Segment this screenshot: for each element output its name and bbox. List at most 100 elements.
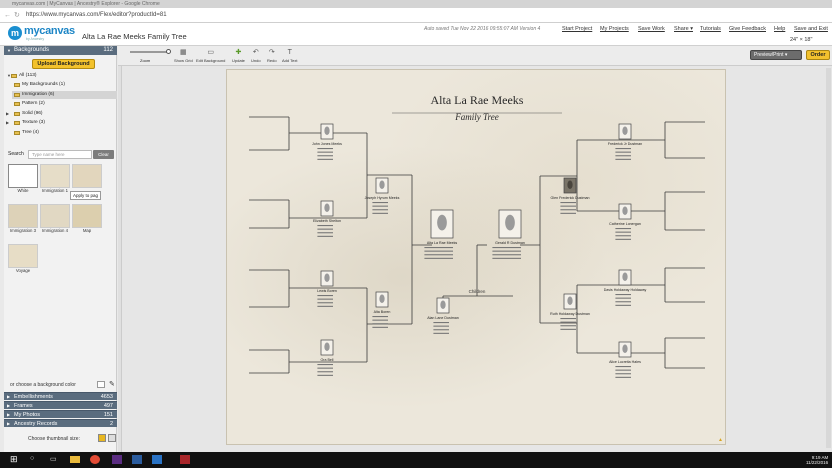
apply-to-page-tooltip[interactable]: Apply to pag <box>70 191 102 200</box>
thumbnail-image[interactable] <box>40 204 70 228</box>
search-icon[interactable]: ○ <box>30 455 34 462</box>
search-input[interactable]: Type name here <box>28 150 92 159</box>
person-node[interactable]: Glen Frederick Dustman <box>551 177 590 214</box>
windows-start-icon[interactable]: ⊞ <box>10 454 18 465</box>
design-canvas[interactable]: John Jones Meeks Elizabeth Shelton Lewis B… <box>226 69 726 445</box>
background-thumbnail[interactable]: White <box>8 164 40 193</box>
thumbnail-image[interactable] <box>8 204 38 228</box>
clear-search-button[interactable]: Clear <box>93 150 114 159</box>
person-node[interactable]: Joseph Hyrum Meeks <box>365 177 400 214</box>
person-node[interactable]: Gerald R Dustman <box>492 209 525 259</box>
accordion-row[interactable]: ▶ Frames 497 <box>4 401 117 409</box>
person-name[interactable]: Alta La Rae Meeks <box>427 241 458 245</box>
help-link[interactable]: Help <box>774 26 785 32</box>
person-name[interactable]: Elizabeth Shelton <box>313 219 341 223</box>
children-label[interactable]: Children <box>469 289 486 294</box>
tree-item[interactable]: ▶ Texture (3) <box>6 119 45 127</box>
back-icon[interactable]: ← <box>4 11 11 20</box>
large-thumbnails-icon[interactable] <box>108 434 116 442</box>
order-button[interactable]: Order <box>806 50 830 60</box>
give-feedback-link[interactable]: Give Feedback <box>729 26 766 32</box>
color-swatch[interactable] <box>97 381 105 388</box>
small-thumbnails-icon[interactable] <box>98 434 106 442</box>
person-node[interactable]: Davis Holdaway Holdaway <box>604 269 647 306</box>
person-name[interactable]: Joseph Hyrum Meeks <box>365 196 400 200</box>
zoom-slider-handle[interactable] <box>166 49 171 54</box>
thumbnail-image[interactable] <box>72 204 102 228</box>
thumbnail-image[interactable] <box>40 164 70 188</box>
person-name[interactable]: Frederick Jr Dustman <box>608 142 642 146</box>
thumbnail-image[interactable] <box>8 244 38 268</box>
background-thumbnail[interactable]: Immigration 1 <box>40 164 72 193</box>
zoom-slider[interactable] <box>130 51 170 53</box>
person-node[interactable]: Alan Lane Dustman <box>427 297 459 334</box>
vertical-scrollbar[interactable] <box>826 68 831 448</box>
redo-button[interactable]: ↷ Redo <box>267 49 277 63</box>
tutorials-link[interactable]: Tutorials <box>700 26 721 32</box>
tree-item[interactable]: Pattern (2) <box>12 100 45 108</box>
person-name[interactable]: Alan Lane Dustman <box>427 316 459 320</box>
background-thumbnail[interactable]: Immigration 3 <box>8 204 40 233</box>
person-name[interactable]: Gerald R Dustman <box>495 241 525 245</box>
refresh-icon[interactable]: ↻ <box>14 11 20 20</box>
person-name[interactable]: Catherine Lonergan <box>609 222 641 226</box>
person-node[interactable]: Elizabeth Shelton <box>313 200 341 237</box>
tree-subtitle[interactable]: Family Tree <box>454 112 498 122</box>
add-text-button[interactable]: T Add Text <box>282 49 298 63</box>
premiere-icon[interactable] <box>112 455 122 464</box>
expand-arrow-icon[interactable]: ▶ <box>6 110 9 118</box>
show-grid-button[interactable]: ▦ Show Grid <box>174 49 193 63</box>
person-name[interactable]: Ruth Holdaway Dustman <box>550 312 590 316</box>
thumbnail-image[interactable] <box>72 164 102 188</box>
start-project-link[interactable]: Start Project <box>562 26 592 32</box>
background-thumbnail[interactable]: Immigration 4 <box>40 204 72 233</box>
share-menu[interactable]: Share ▾ <box>674 26 693 32</box>
photoshop-icon[interactable] <box>132 455 142 464</box>
update-button[interactable]: ✚ Update <box>232 49 245 63</box>
my-projects-link[interactable]: My Projects <box>600 26 629 32</box>
edit-background-button[interactable]: ▭ Edit Background <box>196 49 225 63</box>
backgrounds-header[interactable]: Backgrounds 112 ▼ <box>4 46 117 55</box>
tree-item[interactable]: My Backgrounds (1) <box>12 81 65 89</box>
person-name[interactable]: Glen Frederick Dustman <box>551 196 590 200</box>
person-name[interactable]: Ora Bell <box>321 358 334 362</box>
person-name[interactable]: Alice Lucretia Hales <box>609 360 641 364</box>
app-icon[interactable] <box>152 455 162 464</box>
person-node[interactable]: Alta La Rae Meeks <box>424 209 458 259</box>
tree-root-all[interactable]: ▼ All (113) <box>6 72 37 80</box>
thumbnail-image[interactable] <box>8 164 38 188</box>
person-node[interactable]: John Jones Meeks <box>312 123 342 160</box>
background-thumbnail[interactable]: Voyage <box>8 244 40 273</box>
tree-item[interactable]: Tree (4) <box>12 129 39 137</box>
mycanvas-logo[interactable]: m mycanvas by Ancestry <box>8 25 78 43</box>
accordion-row[interactable]: ▶ Ancestry Records 2 <box>4 419 117 427</box>
eyedropper-icon[interactable]: ✎ <box>109 380 115 388</box>
address-bar[interactable]: ← ↻ https://www.mycanvas.com/Flex/editor… <box>0 8 832 23</box>
person-node[interactable]: Ruth Holdaway Dustman <box>550 293 590 330</box>
chrome-icon[interactable] <box>90 455 100 464</box>
task-view-icon[interactable]: ▭ <box>50 455 57 463</box>
person-node[interactable]: Ora Bell <box>317 339 334 376</box>
person-node[interactable]: Lewis Boren <box>317 270 337 307</box>
person-node[interactable]: Alice Lucretia Hales <box>609 341 641 378</box>
accordion-row[interactable]: ▶ Embellishments 4653 <box>4 392 117 400</box>
warning-icon[interactable]: ▲ <box>718 437 723 443</box>
accordion-row[interactable]: ▶ My Photos 151 <box>4 410 117 418</box>
file-explorer-icon[interactable] <box>70 456 80 463</box>
background-thumbnail[interactable]: Map <box>72 204 104 233</box>
acrobat-icon[interactable] <box>180 455 190 464</box>
tree-item[interactable]: ▶ Solid (96) <box>6 110 43 118</box>
person-name[interactable]: John Jones Meeks <box>312 142 342 146</box>
save-work-link[interactable]: Save Work <box>638 26 665 32</box>
person-name[interactable]: Alta Boren <box>374 310 391 314</box>
background-thumbnail[interactable] <box>72 164 104 188</box>
preview-print-button[interactable]: Preview/Print ▾ <box>750 50 802 60</box>
upload-background-button[interactable]: Upload Background <box>32 59 95 69</box>
person-node[interactable]: Alta Boren <box>372 291 391 328</box>
person-name[interactable]: Davis Holdaway Holdaway <box>604 288 647 292</box>
person-name[interactable]: Lewis Boren <box>317 289 337 293</box>
tree-item[interactable]: Immigration (6) <box>12 90 117 99</box>
panel-resize-handle[interactable] <box>118 66 122 452</box>
save-and-exit-link[interactable]: Save and Exit <box>794 26 828 32</box>
expand-arrow-icon[interactable]: ▶ <box>6 119 9 127</box>
